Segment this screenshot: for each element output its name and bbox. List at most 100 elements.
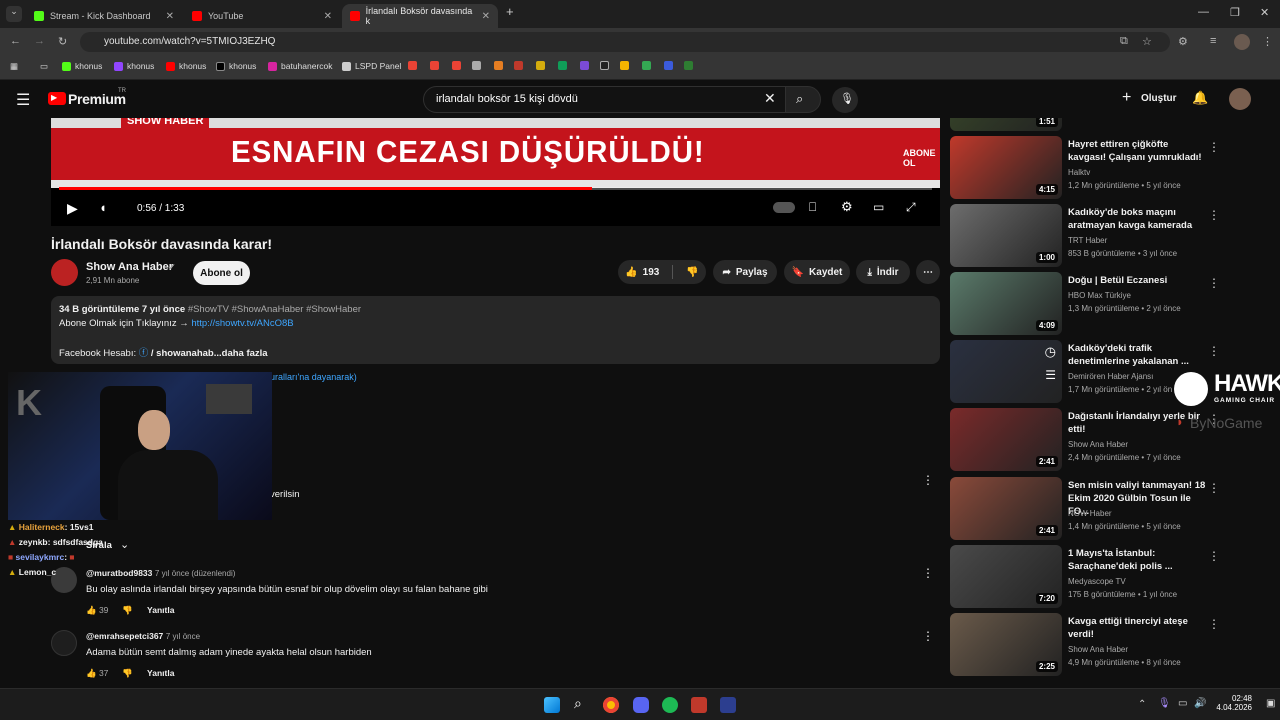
recommended-video-card[interactable]: 1:00 Kadıköy'de boks maçını aratmayan kav… xyxy=(950,204,1270,268)
comment-avatar[interactable] xyxy=(51,630,77,656)
download-button[interactable]: ⤓ İndir xyxy=(856,260,910,284)
recommended-video-card[interactable]: 4:09 Doğu | Betül Eczanesi HBO Max Türkiye… xyxy=(950,272,1270,336)
reply-button[interactable]: Yanıtla xyxy=(147,605,174,616)
bookmark-sheets[interactable] xyxy=(558,61,567,70)
notifications-bell-icon[interactable]: 🔔 xyxy=(1192,90,1208,106)
bookmark-x-small[interactable] xyxy=(600,61,609,70)
chrome-icon[interactable] xyxy=(603,697,619,713)
windows-start-icon[interactable] xyxy=(544,697,560,713)
reply-button[interactable]: Yanıtla xyxy=(147,668,174,679)
tab-kick[interactable]: Stream - Kick Dashboard ✕ xyxy=(26,4,182,28)
show-more-link[interactable]: ...daha fazla xyxy=(214,348,268,359)
bookmark-khonus-x[interactable]: khonus xyxy=(216,61,256,71)
bookmark-gmail-3[interactable] xyxy=(452,61,461,70)
reload-icon[interactable]: ↻ xyxy=(58,35,67,48)
like-button[interactable]: 👍 193 xyxy=(625,267,659,278)
add-to-queue-icon[interactable]: ☰ xyxy=(1045,368,1056,382)
bookmark-blue[interactable] xyxy=(664,61,673,70)
play-icon[interactable]: ▶ xyxy=(67,200,78,217)
bookmark-drive[interactable] xyxy=(620,61,629,70)
recommended-channel[interactable]: Halktv xyxy=(1068,168,1090,177)
more-options-icon[interactable]: ⋮ xyxy=(1208,549,1220,563)
comment-like-button[interactable]: 👍 39 xyxy=(86,605,108,616)
bookmark-orange[interactable] xyxy=(494,61,503,70)
subtitles-icon[interactable]: ⎕ xyxy=(809,200,816,215)
tray-chevron-icon[interactable]: ⌃ xyxy=(1138,699,1146,710)
hamburger-menu-icon[interactable]: ☰ xyxy=(16,90,30,110)
comment-options-icon[interactable]: ⋮ xyxy=(922,473,934,487)
recommended-title[interactable]: Kadıköy'deki trafik denetimlerine yakala… xyxy=(1068,342,1208,368)
settings-gear-icon[interactable]: ⚙ xyxy=(841,199,853,215)
video-thumbnail[interactable]: 7:20 xyxy=(950,545,1062,608)
comment-user[interactable]: @muratbod9833 xyxy=(86,568,152,578)
extensions-icon[interactable]: ⚙ xyxy=(1178,35,1188,48)
subscribe-button[interactable]: Abone ol xyxy=(193,261,250,285)
minimize-icon[interactable]: — xyxy=(1198,6,1209,18)
bookmark-star-icon[interactable]: ☆ xyxy=(1142,35,1152,48)
recommended-title[interactable]: Hayret ettiren çiğköfte kavgası! Çalışan… xyxy=(1068,138,1208,164)
bookmark-instagram[interactable]: batuhanercok xyxy=(268,61,333,71)
video-thumbnail[interactable]: 1:00 xyxy=(950,204,1062,267)
comment-dislike-icon[interactable]: 👎 xyxy=(122,668,133,679)
recommended-channel[interactable]: Medyascope TV xyxy=(1068,577,1126,586)
save-button[interactable]: 🔖 Kaydet xyxy=(784,260,850,284)
comment-user[interactable]: @emrahsepetci367 xyxy=(86,631,163,641)
volume-icon[interactable]: ◖ xyxy=(99,200,107,215)
create-button[interactable]: Oluştur xyxy=(1141,93,1177,104)
recommended-channel[interactable]: Show Ana Haber xyxy=(1068,440,1128,449)
channel-avatar[interactable] xyxy=(51,259,78,286)
tab-current-video[interactable]: İrlandalı Boksör davasında k ✕ xyxy=(342,4,498,28)
bookmark-drive-2[interactable] xyxy=(642,61,651,70)
share-button[interactable]: ➦ Paylaş xyxy=(713,260,777,284)
close-icon[interactable]: ✕ xyxy=(482,11,490,22)
more-options-icon[interactable]: ⋮ xyxy=(1208,344,1220,358)
recommended-title[interactable]: Kavga ettiği tinerciyi ateşe verdi! xyxy=(1068,615,1208,641)
bookmark-khonus-youtube[interactable]: khonus xyxy=(166,61,206,71)
video-thumbnail[interactable]: ◷ ☰ xyxy=(950,340,1062,403)
search-input[interactable]: irlandalı boksör 15 kişi dövdü xyxy=(423,86,790,113)
video-thumbnail[interactable]: 2:41 xyxy=(950,477,1062,540)
profile-avatar[interactable] xyxy=(1234,34,1250,50)
clear-search-icon[interactable]: ✕ xyxy=(764,90,776,107)
app-icon-red[interactable] xyxy=(691,697,707,713)
description-box[interactable]: 34 B görüntüleme 7 yıl önce #ShowTV #Sho… xyxy=(51,296,940,364)
video-thumbnail[interactable]: 4:15 xyxy=(950,136,1062,199)
new-tab-icon[interactable]: + xyxy=(506,4,514,19)
more-options-icon[interactable]: ⋮ xyxy=(1208,276,1220,290)
more-actions-button[interactable]: ⋯ xyxy=(916,260,940,284)
video-thumbnail[interactable]: 2:25 xyxy=(950,613,1062,676)
rules-link-partial[interactable]: uralları'na dayanarak) xyxy=(270,372,357,382)
recommended-video-card[interactable]: 7:20 1 Mayıs'ta İstanbul: Saraçhane'deki … xyxy=(950,545,1270,609)
recommended-channel[interactable]: TRT Haber xyxy=(1068,236,1107,245)
tray-monitor-icon[interactable]: ▭ xyxy=(1178,698,1187,709)
bookmark-purple[interactable] xyxy=(580,61,589,70)
bookmark-khonus-twitch[interactable]: khonus xyxy=(114,61,154,71)
account-avatar[interactable] xyxy=(1229,88,1251,110)
channel-name[interactable]: Show Ana Haber xyxy=(86,261,173,273)
more-options-icon[interactable]: ⋮ xyxy=(1208,481,1220,495)
bookmark-doc[interactable] xyxy=(472,61,481,70)
bookmark-green[interactable] xyxy=(684,61,693,70)
bookmark-yellow[interactable] xyxy=(536,61,545,70)
bookmark-red[interactable] xyxy=(514,61,523,70)
close-window-icon[interactable]: ✕ xyxy=(1260,6,1269,19)
more-options-icon[interactable]: ⋮ xyxy=(1208,617,1220,631)
discord-icon[interactable] xyxy=(633,697,649,713)
close-icon[interactable]: ✕ xyxy=(324,11,332,22)
watch-later-icon[interactable]: ◷ xyxy=(1045,344,1056,360)
voice-search-button[interactable]: 🎙 xyxy=(832,87,858,113)
bookmark-khonus-kick[interactable]: khonus xyxy=(62,61,102,71)
recommended-channel[interactable]: Show Ana Haber xyxy=(1068,645,1128,654)
reading-list-icon[interactable]: ≡ xyxy=(1210,35,1216,47)
fullscreen-icon[interactable]: ⤢ xyxy=(906,200,916,215)
tray-clock[interactable]: 02:48 4.04.2026 xyxy=(1216,694,1252,712)
facebook-handle[interactable]: / showanahab xyxy=(151,348,214,359)
video-thumbnail[interactable]: 4:09 xyxy=(950,272,1062,335)
recommended-title[interactable]: Doğu | Betül Eczanesi xyxy=(1068,274,1208,287)
hashtags[interactable]: #ShowTV #ShowAnaHaber #ShowHaber xyxy=(188,304,361,315)
recommended-channel[interactable]: NOW Haber xyxy=(1068,509,1112,518)
maximize-icon[interactable]: ❐ xyxy=(1230,6,1240,19)
install-icon[interactable]: ⧉ xyxy=(1120,35,1128,48)
recommended-title[interactable]: Dağıstanlı İrlandalıyı yerle bir etti! xyxy=(1068,410,1208,436)
tab-search-icon[interactable]: ⌄ xyxy=(6,6,22,22)
